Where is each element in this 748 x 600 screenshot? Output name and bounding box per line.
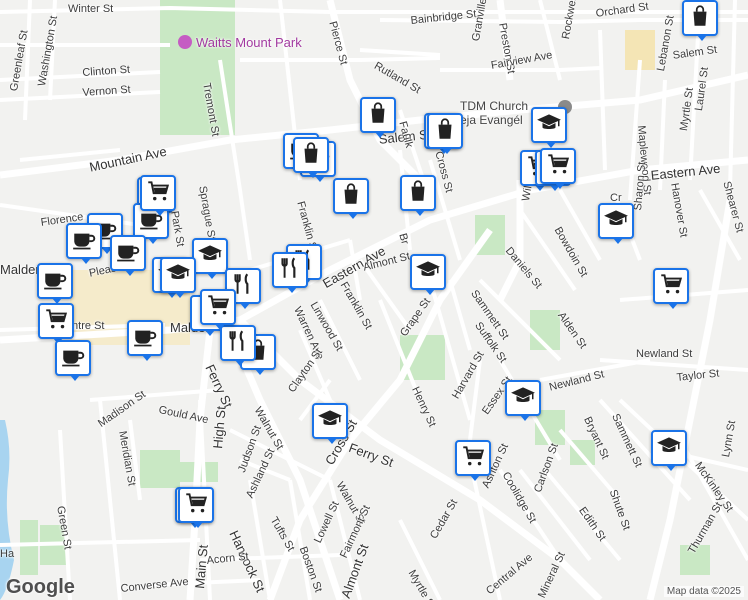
- poi-marker-school[interactable]: [505, 380, 541, 421]
- shopping-bag-icon: [298, 140, 324, 171]
- school-icon: [656, 433, 682, 464]
- poi-marker-cart[interactable]: [200, 289, 236, 330]
- poi-marker-cart[interactable]: [38, 303, 74, 344]
- school-icon: [317, 406, 343, 437]
- shopping-bag-icon: [687, 3, 713, 34]
- church-name-line: TDM Church: [460, 99, 529, 113]
- cafe-icon: [42, 266, 68, 297]
- poi-marker-shopping-bag[interactable]: [360, 97, 396, 138]
- poi-marker-school[interactable]: [192, 238, 228, 279]
- cart-icon: [43, 306, 69, 337]
- poi-marker-shopping-bag[interactable]: [333, 178, 369, 219]
- street-label: Ha: [0, 548, 15, 560]
- school-icon: [197, 241, 223, 272]
- poi-marker-school[interactable]: [531, 107, 567, 148]
- poi-marker-cafe[interactable]: [127, 320, 163, 361]
- map-canvas[interactable]: Winter St Bainbridge St Rockwell St Orch…: [0, 0, 748, 600]
- school-icon: [536, 110, 562, 141]
- poi-marker-school[interactable]: [410, 254, 446, 295]
- cart-icon: [205, 292, 231, 323]
- shopping-bag-icon: [338, 181, 364, 212]
- park-name: Waitts Mount Park: [196, 35, 302, 50]
- poi-marker-cafe[interactable]: [66, 223, 102, 264]
- street-label: Winter St: [68, 3, 114, 15]
- park-label[interactable]: Waitts Mount Park: [178, 35, 302, 50]
- poi-marker-cafe[interactable]: [55, 340, 91, 381]
- school-icon: [165, 260, 191, 291]
- cafe-icon: [60, 343, 86, 374]
- street-label: Newland St: [636, 348, 693, 360]
- cafe-icon: [71, 226, 97, 257]
- church-label[interactable]: TDM Church eja Evangél: [460, 99, 528, 127]
- cart-icon: [658, 271, 684, 302]
- school-icon: [415, 257, 441, 288]
- poi-marker-cafe[interactable]: [110, 235, 146, 276]
- school-icon: [603, 206, 629, 237]
- poi-marker-cart[interactable]: [140, 175, 176, 216]
- shopping-bag-icon: [432, 116, 458, 147]
- restaurant-icon: [277, 255, 303, 286]
- cart-icon: [145, 178, 171, 209]
- cart-icon: [545, 151, 571, 182]
- poi-marker-school[interactable]: [598, 203, 634, 244]
- park-pin-icon: [178, 35, 192, 49]
- poi-marker-school[interactable]: [160, 257, 196, 298]
- poi-marker-restaurant[interactable]: [272, 252, 308, 293]
- poi-marker-cafe[interactable]: [37, 263, 73, 304]
- restaurant-icon: [225, 328, 251, 359]
- cart-icon: [183, 490, 209, 521]
- poi-marker-cart[interactable]: [455, 440, 491, 481]
- poi-marker-cart[interactable]: [653, 268, 689, 309]
- poi-marker-cart[interactable]: [178, 487, 214, 528]
- poi-marker-shopping-bag[interactable]: [293, 137, 329, 178]
- shopping-bag-icon: [365, 100, 391, 131]
- school-icon: [510, 383, 536, 414]
- poi-marker-shopping-bag[interactable]: [682, 0, 718, 41]
- map-attribution[interactable]: Map data ©2025: [663, 586, 744, 597]
- cafe-icon: [115, 238, 141, 269]
- cafe-icon: [132, 323, 158, 354]
- cart-icon: [460, 443, 486, 474]
- google-logo: Google: [6, 576, 75, 598]
- poi-marker-shopping-bag[interactable]: [400, 175, 436, 216]
- poi-marker-cart[interactable]: [540, 148, 576, 189]
- church-name-line: eja Evangél: [460, 113, 523, 127]
- shopping-bag-icon: [405, 178, 431, 209]
- poi-marker-restaurant[interactable]: [220, 325, 256, 366]
- poi-marker-school[interactable]: [312, 403, 348, 444]
- poi-marker-school[interactable]: [651, 430, 687, 471]
- poi-marker-shopping-bag[interactable]: [427, 113, 463, 154]
